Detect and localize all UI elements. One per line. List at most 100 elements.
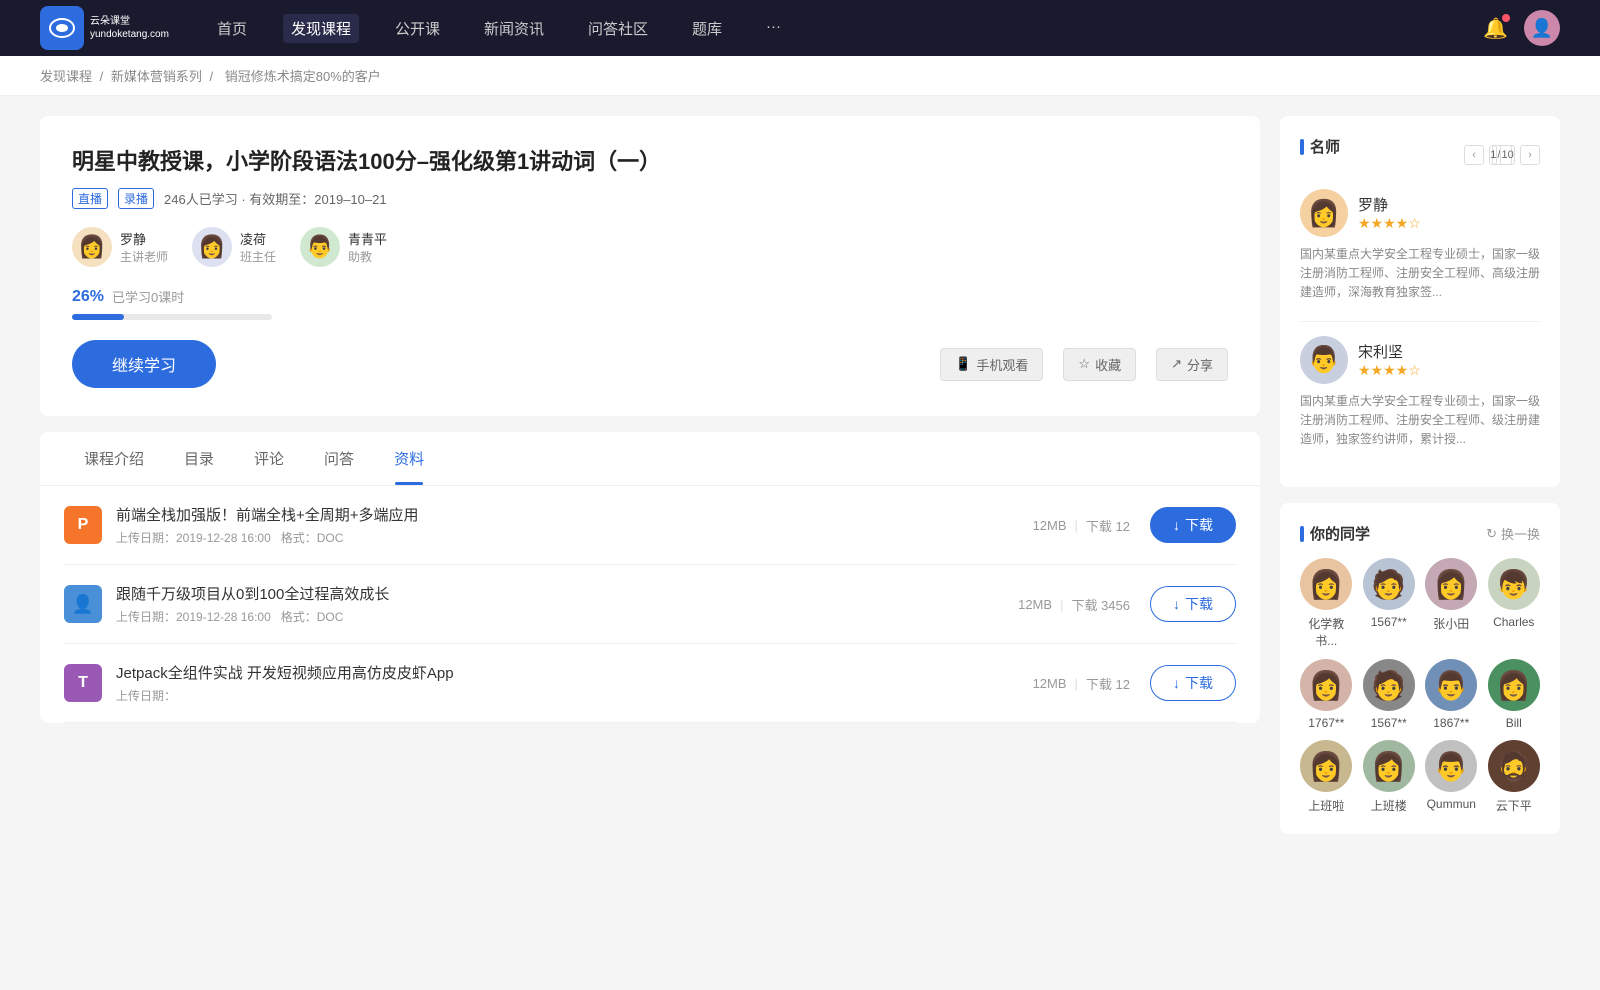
download-button-0[interactable]: ↓ 下载 — [1150, 507, 1236, 543]
classmates-header: 你的同学 ↻ 换一换 — [1300, 523, 1540, 544]
classmate-10-avatar: 👨 — [1425, 740, 1477, 792]
classmate-10: 👨 Qummun — [1425, 740, 1478, 814]
sidebar-teacher-0: 👩 罗静 ★★★★☆ 国内某重点大学安全工程专业硕士，国家一级注册消防工程师、注… — [1300, 189, 1540, 303]
teacher-pagination: ‹ 1/10 › — [1464, 145, 1540, 165]
nav-item-discover[interactable]: 发现课程 — [283, 14, 359, 43]
course-meta: 直播 录播 246人已学习 · 有效期至：2019–10–21 — [72, 188, 1228, 209]
classmate-8-avatar: 👩 — [1300, 740, 1352, 792]
sidebar: 名师 ‹ 1/10 › 👩 罗静 ★ — [1280, 116, 1560, 850]
classmate-7-avatar: 👩 — [1488, 659, 1540, 711]
progress-pct: 26% — [72, 288, 104, 306]
sidebar-teacher-1-avatar: 👨 — [1300, 336, 1348, 384]
resource-info-1: 跟随千万级项目从0到100全过程高效成长 上传日期：2019-12-28 16:… — [116, 583, 1018, 625]
classmate-9-avatar: 👩 — [1363, 740, 1415, 792]
progress-bar-fill — [72, 314, 124, 320]
classmate-5-avatar: 🧑 — [1363, 659, 1415, 711]
teacher-0: 👩 罗静 主讲老师 — [72, 227, 168, 267]
teacher-0-role: 主讲老师 — [120, 248, 168, 265]
breadcrumb-current: 销冠修炼术搞定80%的客户 — [225, 69, 381, 84]
classmate-6-name: 1867** — [1433, 716, 1469, 730]
teacher-0-info: 罗静 主讲老师 — [120, 229, 168, 265]
teacher-divider — [1300, 321, 1540, 322]
next-page-button[interactable]: › — [1520, 145, 1540, 165]
content-area: 明星中教授课，小学阶段语法100分–强化级第1讲动词（一） 直播 录播 246人… — [40, 116, 1260, 850]
favorite-button[interactable]: ☆ 收藏 — [1063, 348, 1136, 381]
resource-info-2: Jetpack全组件实战 开发短视频应用高仿皮皮虾App 上传日期： — [116, 662, 1033, 704]
breadcrumb: 发现课程 / 新媒体营销系列 / 销冠修炼术搞定80%的客户 — [0, 56, 1600, 96]
badge-live: 直播 — [72, 188, 108, 209]
nav-item-exam[interactable]: 题库 — [684, 14, 730, 43]
tab-review[interactable]: 评论 — [234, 432, 304, 485]
resource-meta-2: 上传日期： — [116, 687, 1033, 704]
resource-icon-2: T — [64, 664, 102, 702]
tab-qa[interactable]: 问答 — [304, 432, 374, 485]
download-button-2[interactable]: ↓ 下载 — [1150, 665, 1236, 701]
teacher-0-name: 罗静 — [120, 229, 168, 248]
download-button-1[interactable]: ↓ 下载 — [1150, 586, 1236, 622]
teacher-2-info: 青青平 助教 — [348, 229, 387, 265]
sidebar-teacher-1-name: 宋利坚 — [1358, 341, 1421, 362]
progress-bar-bg — [72, 314, 272, 320]
resource-size-0: 12MB — [1033, 518, 1067, 533]
classmate-5: 🧑 1567** — [1363, 659, 1416, 730]
famous-teachers-card: 名师 ‹ 1/10 › 👩 罗静 ★ — [1280, 116, 1560, 487]
mobile-view-button[interactable]: 📱 手机观看 — [940, 348, 1043, 381]
classmate-8: 👩 上班啦 — [1300, 740, 1353, 814]
prev-page-button[interactable]: ‹ — [1464, 145, 1484, 165]
share-button[interactable]: ↗ 分享 — [1156, 348, 1228, 381]
resource-icon-1: 👤 — [64, 585, 102, 623]
progress-section: 26% 已学习0课时 — [72, 287, 1228, 320]
nav-item-public[interactable]: 公开课 — [387, 14, 448, 43]
classmate-2-avatar: 👩 — [1425, 558, 1477, 610]
tab-intro[interactable]: 课程介绍 — [64, 432, 164, 485]
classmate-6: 👨 1867** — [1425, 659, 1478, 730]
resource-item-0: P 前端全栈加强版！前端全栈+全周期+多端应用 上传日期：2019-12-28 … — [64, 486, 1236, 565]
course-header-card: 明星中教授课，小学阶段语法100分–强化级第1讲动词（一） 直播 录播 246人… — [40, 116, 1260, 416]
nav-right: 🔔 👤 — [1483, 10, 1560, 46]
classmate-3-name: Charles — [1493, 615, 1534, 629]
nav-item-home[interactable]: 首页 — [209, 14, 255, 43]
resource-stats-2: 12MB | 下载 12 — [1033, 674, 1130, 693]
classmate-2: 👩 张小田 — [1425, 558, 1478, 649]
continue-learning-button[interactable]: 继续学习 — [72, 340, 216, 388]
teacher-1-role: 班主任 — [240, 248, 276, 265]
classmates-card: 你的同学 ↻ 换一换 👩 化学教书... 🧑 1567** 👩 — [1280, 503, 1560, 834]
star-icon: ☆ — [1078, 356, 1090, 372]
resource-downloads-2: 下载 12 — [1086, 674, 1130, 693]
download-label-1: 下载 — [1185, 594, 1213, 614]
breadcrumb-link-0[interactable]: 发现课程 — [40, 69, 92, 84]
bell-icon[interactable]: 🔔 — [1483, 16, 1508, 41]
mobile-label: 手机观看 — [976, 355, 1028, 374]
tab-catalog[interactable]: 目录 — [164, 432, 234, 485]
nav-item-news[interactable]: 新闻资讯 — [476, 14, 552, 43]
resource-meta-1: 上传日期：2019-12-28 16:00 格式：DOC — [116, 608, 1018, 625]
classmate-1-avatar: 🧑 — [1363, 558, 1415, 610]
nav-item-qa[interactable]: 问答社区 — [580, 14, 656, 43]
breadcrumb-link-1[interactable]: 新媒体营销系列 — [111, 69, 202, 84]
breadcrumb-sep-1: / — [210, 69, 217, 84]
tabs-card: 课程介绍 目录 评论 问答 资料 P 前端全栈加强版！前端全栈+全周期+多端应用… — [40, 432, 1260, 723]
refresh-classmates-button[interactable]: ↻ 换一换 — [1486, 524, 1540, 543]
mobile-icon: 📱 — [955, 356, 971, 372]
logo[interactable]: 云朵课堂 yundoketang.com — [40, 6, 169, 50]
teacher-2: 👨 青青平 助教 — [300, 227, 387, 267]
user-avatar[interactable]: 👤 — [1524, 10, 1560, 46]
page-info: 1/10 — [1492, 145, 1512, 165]
tab-resource[interactable]: 资料 — [374, 432, 444, 485]
teacher-1: 👩 凌荷 班主任 — [192, 227, 276, 267]
teacher-0-avatar: 👩 — [72, 227, 112, 267]
sidebar-teacher-0-details: 罗静 ★★★★☆ — [1358, 194, 1421, 232]
resource-size-1: 12MB — [1018, 597, 1052, 612]
resource-name-0: 前端全栈加强版！前端全栈+全周期+多端应用 — [116, 504, 1033, 525]
resource-icon-0: P — [64, 506, 102, 544]
notification-dot — [1502, 14, 1510, 22]
classmate-3: 👦 Charles — [1488, 558, 1541, 649]
teacher-1-name: 凌荷 — [240, 229, 276, 248]
sidebar-teacher-1-details: 宋利坚 ★★★★☆ — [1358, 341, 1421, 379]
resource-meta-0: 上传日期：2019-12-28 16:00 格式：DOC — [116, 529, 1033, 546]
classmate-7-name: Bill — [1506, 716, 1522, 730]
tabs-nav: 课程介绍 目录 评论 问答 资料 — [40, 432, 1260, 486]
main-layout: 明星中教授课，小学阶段语法100分–强化级第1讲动词（一） 直播 录播 246人… — [0, 96, 1600, 870]
sidebar-teacher-1: 👨 宋利坚 ★★★★☆ 国内某重点大学安全工程专业硕士，国家一级注册消防工程师、… — [1300, 336, 1540, 450]
nav-item-more[interactable]: ··· — [758, 14, 789, 43]
